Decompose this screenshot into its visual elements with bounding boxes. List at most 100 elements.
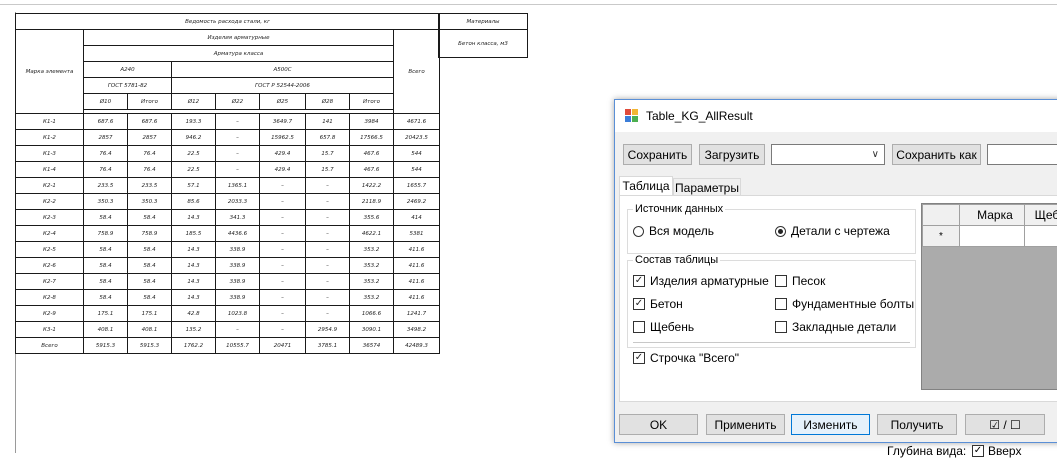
value-cell: 353.2 (349, 257, 394, 274)
save-as-button[interactable]: Сохранить как (892, 144, 981, 165)
value-cell: – (259, 257, 306, 274)
change-button[interactable]: Изменить (791, 414, 870, 435)
chevron-down-icon: ∨ (871, 149, 879, 160)
radio-whole-model[interactable]: Вся модель (633, 224, 714, 238)
class-a240-header: A240 (83, 61, 172, 78)
value-cell: 14.3 (171, 209, 216, 226)
value-cell: 429.4 (259, 145, 306, 162)
checkbox-sand[interactable]: Песок (775, 274, 825, 288)
value-cell: – (305, 209, 350, 226)
grid-new-row-marker[interactable]: * (922, 225, 960, 247)
grid-column-header[interactable]: Щеб (1023, 204, 1057, 226)
dialog-title: Table_KG_AllResult (646, 109, 753, 123)
value-cell: – (259, 305, 306, 322)
radio-circle[interactable] (775, 225, 786, 237)
value-cell: 338.9 (215, 257, 260, 274)
materials-header: Материалы (438, 13, 528, 30)
checkbox-box[interactable] (775, 321, 787, 333)
table-kg-dialog[interactable]: Table_KG_AllResult Сохранить Загрузить ∨… (614, 99, 1057, 443)
save-button[interactable]: Сохранить (623, 144, 692, 165)
value-cell: 1365.1 (215, 177, 260, 194)
checkbox-box[interactable]: ✓ (633, 298, 645, 310)
dialog-titlebar[interactable]: Table_KG_AllResult (615, 100, 1057, 132)
table-row: К2-6 58.4 58.4 14.3 338.9– –353.2 411.6 (15, 257, 441, 274)
view-depth-label: Глубина вида: (887, 444, 967, 458)
table-row: К2-5 58.4 58.4 14.3 338.9– –353.2 411.6 (15, 241, 441, 258)
view-top-label: Вверх (988, 444, 1022, 458)
checkbox-view-top[interactable]: ✓ (972, 445, 984, 457)
value-cell: 3498.2 (392, 321, 441, 338)
value-cell: 338.9 (215, 289, 260, 306)
radio-drawing-parts[interactable]: Детали с чертежа (775, 224, 890, 238)
grid-cell[interactable] (958, 225, 1025, 247)
load-button[interactable]: Загрузить (699, 144, 765, 165)
value-cell: 58.4 (83, 273, 128, 290)
checkbox-label: Бетон (650, 297, 683, 311)
get-button[interactable]: Получить (877, 414, 957, 435)
grid-column-header[interactable]: Марка (958, 204, 1025, 226)
checkbox-box[interactable] (633, 321, 645, 333)
checkbox-box[interactable] (775, 298, 787, 310)
result-grid[interactable]: Марка Щеб * (921, 203, 1057, 390)
checkbox-label: Песок (792, 274, 826, 288)
checkbox-box[interactable] (775, 275, 787, 287)
value-cell: 20471 (259, 337, 306, 354)
value-cell: 233.5 (127, 177, 172, 194)
value-cell: 338.9 (215, 273, 260, 290)
table-composition-title: Состав таблицы (633, 254, 721, 266)
preset-dropdown[interactable]: ∨ (771, 144, 885, 165)
tab-table[interactable]: Таблица (619, 176, 673, 196)
value-cell: 14.3 (171, 241, 216, 258)
value-cell: – (305, 257, 350, 274)
table-row: К2-7 58.4 58.4 14.3 338.9– –353.2 411.6 (15, 273, 441, 290)
value-cell: 2857 (127, 129, 172, 146)
checkbox-foundation-bolts[interactable]: Фундаментные болты (775, 297, 914, 311)
value-cell: 758.9 (83, 225, 128, 242)
grid-corner[interactable] (922, 204, 960, 226)
col-header: Ø28 (305, 93, 350, 110)
name-input[interactable] (987, 144, 1057, 165)
value-cell: 467.6 (349, 161, 394, 178)
value-cell: 20423.5 (392, 129, 441, 146)
value-cell: 58.4 (83, 257, 128, 274)
checkbox-concrete[interactable]: ✓ Бетон (633, 297, 683, 311)
value-cell: – (259, 225, 306, 242)
grid-cell[interactable] (1023, 225, 1057, 247)
value-cell: 17566.5 (349, 129, 394, 146)
value-cell: 14.3 (171, 289, 216, 306)
radio-label: Вся модель (649, 224, 715, 238)
col-header: Итого (127, 93, 172, 110)
radio-circle[interactable] (633, 225, 644, 237)
checkbox-total-row[interactable]: ✓ Строчка "Всего" (633, 351, 739, 365)
checkbox-label: Изделия арматурные (650, 274, 769, 288)
value-cell: 687.6 (127, 113, 172, 130)
value-cell: 408.1 (83, 321, 128, 338)
value-cell: 411.6 (392, 241, 441, 258)
element-mark-cell: К2-4 (15, 225, 84, 242)
apply-button[interactable]: Применить (706, 414, 785, 435)
value-cell: 2118.9 (349, 193, 394, 210)
checkbox-box[interactable]: ✓ (633, 352, 645, 364)
checkbox-crushed-stone[interactable]: Щебень (633, 320, 694, 334)
checkbox-label: Закладные детали (792, 320, 897, 334)
element-mark-cell: К2-1 (15, 177, 84, 194)
value-cell: 1023.8 (215, 305, 260, 322)
value-cell: 76.4 (127, 161, 172, 178)
value-cell: – (259, 209, 306, 226)
value-cell: 42.8 (171, 305, 216, 322)
element-mark-cell: К2-5 (15, 241, 84, 258)
value-cell: 15.7 (305, 161, 350, 178)
ok-button[interactable]: OK (619, 414, 698, 435)
checkbox-box[interactable]: ✓ (633, 275, 645, 287)
value-cell: – (305, 177, 350, 194)
checkbox-rebar-products[interactable]: ✓ Изделия арматурные (633, 274, 769, 288)
checkbox-embedded-parts[interactable]: Закладные детали (775, 320, 896, 334)
check-toggle-button[interactable]: ☑ / ☐ (965, 414, 1045, 435)
col-header: Итого (349, 93, 394, 110)
value-cell: 42489.3 (392, 337, 441, 354)
value-cell: 1422.2 (349, 177, 394, 194)
tab-parameters[interactable]: Параметры (673, 178, 741, 196)
element-mark-cell: К1-3 (15, 145, 84, 162)
value-cell: 14.3 (171, 273, 216, 290)
checkbox-label: Фундаментные болты (792, 297, 915, 311)
